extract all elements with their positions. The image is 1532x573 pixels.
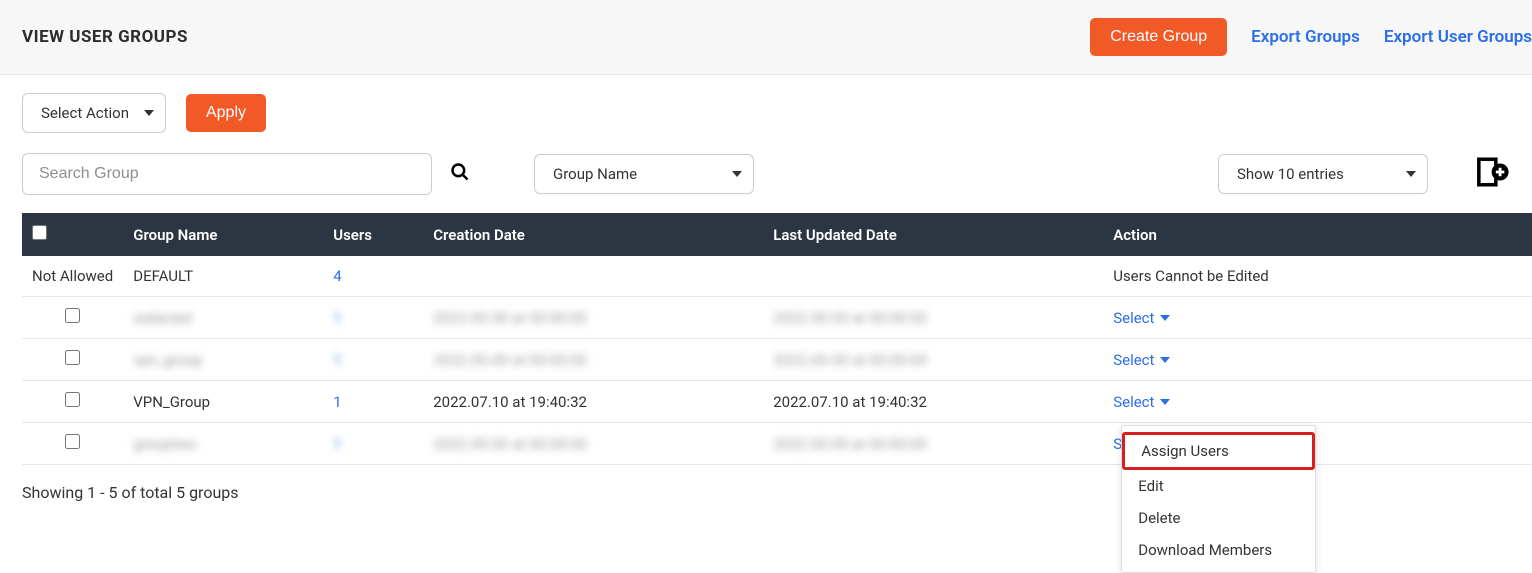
row-checkbox[interactable]	[65, 434, 80, 449]
cell-users[interactable]: 1	[323, 423, 423, 465]
search-icon[interactable]	[450, 162, 470, 187]
cell-creation-date: 2022.00.00 at 00:00:00	[423, 339, 763, 381]
table-row: VPN_Group12022.07.10 at 19:40:322022.07.…	[22, 381, 1532, 423]
col-header-last-updated: Last Updated Date	[763, 213, 1103, 256]
search-wrapper	[22, 153, 470, 195]
add-column-icon[interactable]	[1476, 155, 1510, 193]
table-row: vpn_group12022.00.00 at 00:00:002022.00.…	[22, 339, 1532, 381]
not-allowed-label: Not Allowed	[22, 256, 123, 297]
header-actions: Create Group Export Groups Export User G…	[1090, 18, 1532, 56]
col-header-check	[22, 213, 123, 256]
table-row: Not AllowedDEFAULT4 Users Cannot be Edite…	[22, 256, 1532, 297]
cell-last-updated: 2022.07.10 at 19:40:32	[763, 381, 1103, 423]
cell-action: Users Cannot be Edited	[1103, 256, 1532, 297]
group-name-filter[interactable]: Group Name	[534, 154, 754, 194]
menu-item-delete[interactable]: Delete	[1122, 502, 1315, 534]
cell-last-updated	[763, 256, 1103, 297]
header-bar: VIEW USER GROUPS Create Group Export Gro…	[0, 0, 1532, 75]
menu-item-edit[interactable]: Edit	[1122, 470, 1315, 502]
cell-users[interactable]: 1	[323, 381, 423, 423]
menu-item-assign-users[interactable]: Assign Users	[1122, 432, 1315, 470]
page-title: VIEW USER GROUPS	[22, 27, 188, 47]
row-checkbox[interactable]	[65, 350, 80, 365]
cell-creation-date: 2022.07.10 at 19:40:32	[423, 381, 763, 423]
entries-select-wrapper: Show 10 entries	[1218, 154, 1428, 194]
cell-group-name: grouptwo	[123, 423, 323, 465]
col-header-users: Users	[323, 213, 423, 256]
col-header-action: Action	[1103, 213, 1532, 256]
cell-users[interactable]: 4	[323, 256, 423, 297]
menu-item-download-members[interactable]: Download Members	[1122, 534, 1315, 566]
cell-action[interactable]: Select	[1103, 339, 1532, 381]
table-header-row: Group Name Users Creation Date Last Upda…	[22, 213, 1532, 256]
col-header-creation-date: Creation Date	[423, 213, 763, 256]
entries-select[interactable]: Show 10 entries	[1218, 154, 1428, 194]
cell-group-name: VPN_Group	[123, 381, 323, 423]
action-toolbar: Select Action Apply	[0, 75, 1532, 141]
cell-creation-date	[423, 256, 763, 297]
row-checkbox[interactable]	[65, 308, 80, 323]
cell-group-name: redacted	[123, 297, 323, 339]
export-user-groups-link[interactable]: Export User Groups	[1384, 27, 1532, 47]
cell-creation-date: 2022.00.00 at 00:00:00	[423, 423, 763, 465]
caret-down-icon	[1160, 357, 1170, 363]
select-all-checkbox[interactable]	[32, 225, 47, 240]
create-group-button[interactable]: Create Group	[1090, 18, 1227, 56]
cell-last-updated: 2022.00.00 at 00:00:00	[763, 339, 1103, 381]
select-action-wrapper: Select Action	[22, 93, 166, 133]
select-action-dropdown[interactable]: Select Action	[22, 93, 166, 133]
action-select-dropdown[interactable]: Select	[1113, 309, 1170, 327]
export-groups-link[interactable]: Export Groups	[1251, 27, 1360, 47]
search-input[interactable]	[22, 153, 432, 195]
cell-last-updated: 2022.00.00 at 00:00:00	[763, 297, 1103, 339]
action-select-dropdown[interactable]: Select	[1113, 351, 1170, 369]
apply-button[interactable]: Apply	[186, 94, 266, 132]
cell-action[interactable]: Select	[1103, 297, 1532, 339]
caret-down-icon	[1160, 315, 1170, 321]
cell-creation-date: 2022.00.00 at 00:00:00	[423, 297, 763, 339]
cell-group-name: DEFAULT	[123, 256, 323, 297]
table-row: redacted12022.00.00 at 00:00:002022.00.0…	[22, 297, 1532, 339]
filter-row: Group Name Show 10 entries	[0, 141, 1532, 213]
cell-users[interactable]: 1	[323, 297, 423, 339]
group-name-filter-wrapper: Group Name	[534, 154, 754, 194]
cell-last-updated: 2022.00.00 at 00:00:00	[763, 423, 1103, 465]
caret-down-icon	[1160, 399, 1170, 405]
cell-action[interactable]: Select	[1103, 381, 1532, 423]
action-select-dropdown[interactable]: Select	[1113, 393, 1170, 411]
col-header-group-name: Group Name	[123, 213, 323, 256]
row-checkbox[interactable]	[65, 392, 80, 407]
cell-group-name: vpn_group	[123, 339, 323, 381]
action-dropdown-menu: Assign UsersEditDeleteDownload Members	[1121, 425, 1316, 573]
cell-users[interactable]: 1	[323, 339, 423, 381]
table-wrapper: Group Name Users Creation Date Last Upda…	[0, 213, 1532, 465]
